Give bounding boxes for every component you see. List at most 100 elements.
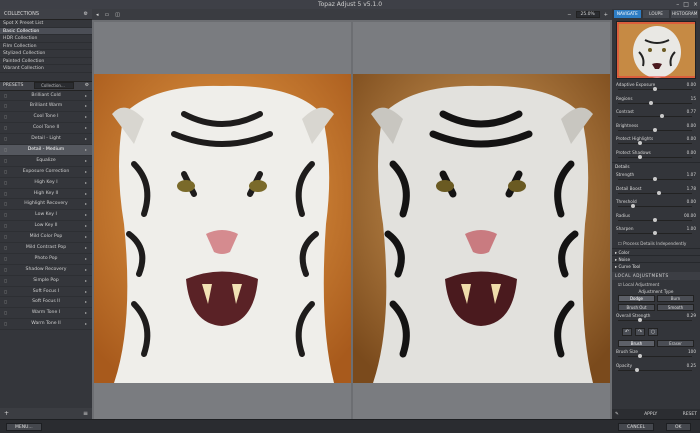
checkbox-icon[interactable]: ◻ xyxy=(4,145,7,156)
slider-knob[interactable] xyxy=(660,114,665,118)
checkbox-icon[interactable]: ◻ xyxy=(4,287,7,298)
collection-item[interactable]: HDR Collection xyxy=(0,35,92,43)
chevron-right-icon[interactable]: ▸ xyxy=(85,221,87,232)
adjustment-slider[interactable]: Adaptive Exposure 0.00 xyxy=(612,81,700,95)
checkbox-icon[interactable]: ◻ xyxy=(4,189,7,200)
before-preview[interactable] xyxy=(94,22,351,419)
tab-navigate[interactable]: NAVIGATE xyxy=(614,10,641,18)
collection-item[interactable]: Vibrant Collection xyxy=(0,65,92,73)
list-view-icon[interactable]: ≡ xyxy=(83,410,88,417)
collection-item[interactable]: Basic Collection xyxy=(0,27,92,35)
chevron-right-icon[interactable]: ▸ xyxy=(85,134,87,145)
adjustment-slider[interactable]: Detail Boost 1.78 xyxy=(612,185,700,199)
collection-item[interactable]: Painted Collection xyxy=(0,58,92,65)
process-details-checkbox[interactable]: ☐ Process Details Independently xyxy=(612,239,700,248)
local-adjustment-checkbox[interactable]: ☑ Local Adjustment xyxy=(612,280,700,289)
adjustment-slider[interactable]: Brightness 0.00 xyxy=(612,122,700,136)
collection-filter-select[interactable]: Collection... xyxy=(34,82,75,89)
close-icon[interactable]: × xyxy=(693,0,698,9)
chevron-right-icon[interactable]: ▸ xyxy=(85,178,87,189)
burn-button[interactable]: Burn xyxy=(657,294,694,302)
slider-knob[interactable] xyxy=(649,100,654,105)
checkbox-icon[interactable]: ◻ xyxy=(4,91,7,102)
slider-knob[interactable] xyxy=(653,127,657,132)
after-preview[interactable] xyxy=(353,22,610,419)
section-curve-tool[interactable]: ▸ Curve Tool xyxy=(612,261,700,269)
section-color[interactable]: ▸ Color xyxy=(612,247,700,255)
menu-button[interactable]: MENU... xyxy=(6,423,42,431)
preset-item[interactable]: ◻ High Key II ▸ xyxy=(0,189,92,200)
split-view-icon[interactable]: ◫ xyxy=(115,12,120,18)
checkbox-icon[interactable]: ◻ xyxy=(4,112,7,123)
preset-item[interactable]: ◻ Soft Focus I ▸ xyxy=(0,287,92,298)
chevron-right-icon[interactable]: ▸ xyxy=(85,254,87,265)
chevron-right-icon[interactable]: ▸ xyxy=(85,308,87,319)
chevron-right-icon[interactable]: ▸ xyxy=(85,210,87,221)
checkbox-icon[interactable]: ◻ xyxy=(4,123,7,134)
adjustment-slider[interactable]: Protect Shadows 0.00 xyxy=(612,149,700,163)
gear-icon[interactable]: ⚙ xyxy=(84,11,88,17)
adjustment-slider[interactable]: Threshold 0.00 xyxy=(612,198,700,212)
redo-icon[interactable]: ↷ xyxy=(635,328,645,336)
adjustment-slider[interactable]: Sharpen 1.00 xyxy=(612,225,700,239)
adjustment-slider[interactable]: Contrast 0.77 xyxy=(612,108,700,122)
add-preset-icon[interactable]: + xyxy=(4,410,9,417)
checkbox-icon[interactable]: ◻ xyxy=(4,243,7,254)
preset-item[interactable]: ◻ Equalize ▸ xyxy=(0,156,92,167)
zoom-out-icon[interactable]: − xyxy=(567,12,571,18)
preset-item[interactable]: ◻ Detail - Medium ▸ xyxy=(0,144,92,156)
preset-item[interactable]: ◻ Mild Color Pop ▸ xyxy=(0,232,92,243)
chevron-right-icon[interactable]: ▸ xyxy=(85,287,87,298)
adjustment-slider[interactable]: Regions 15 xyxy=(612,95,700,109)
checkbox-icon[interactable]: ◻ xyxy=(4,167,7,178)
preset-item[interactable]: ◻ Warm Tone II ▸ xyxy=(0,319,92,331)
smooth-button[interactable]: Smooth xyxy=(657,303,694,311)
collection-item[interactable]: Film Collection xyxy=(0,43,92,50)
preset-item[interactable]: ◻ Photo Pop ▸ xyxy=(0,254,92,265)
ok-button[interactable]: OK xyxy=(666,423,691,431)
adjustment-slider[interactable]: Protect Highlights 0.00 xyxy=(612,135,700,149)
eyedropper-icon[interactable]: ✎ xyxy=(615,412,619,417)
checkbox-icon[interactable]: ◻ xyxy=(4,254,7,265)
checkbox-icon[interactable]: ◻ xyxy=(4,156,7,167)
chevron-right-icon[interactable]: ▸ xyxy=(85,319,87,330)
preset-item[interactable]: ◻ Highlight Recovery ▸ xyxy=(0,199,92,211)
chevron-right-icon[interactable]: ▸ xyxy=(85,112,87,123)
preset-item[interactable]: ◻ Soft Focus II ▸ xyxy=(0,297,92,309)
chevron-right-icon[interactable]: ▸ xyxy=(85,123,87,134)
gear-icon[interactable]: ⚙ xyxy=(85,83,89,88)
preset-item[interactable]: ◻ Cool Tone II ▸ xyxy=(0,123,92,135)
navigator-thumbnail[interactable] xyxy=(616,21,696,79)
preset-item[interactable]: ◻ Low Key I ▸ xyxy=(0,210,92,222)
adjustment-slider[interactable]: Radius 00.00 xyxy=(612,212,700,226)
chevron-right-icon[interactable]: ▸ xyxy=(85,265,87,276)
adjustment-slider[interactable]: Strength 1.07 xyxy=(612,171,700,185)
adjustment-slider[interactable]: Brush Size 100 xyxy=(612,348,700,362)
checkbox-icon[interactable]: ◻ xyxy=(4,265,7,276)
section-noise[interactable]: ▸ Noise xyxy=(612,254,700,262)
slider-knob[interactable] xyxy=(656,190,661,195)
adjustment-slider[interactable]: Opacity 0.25 xyxy=(612,362,700,376)
checkbox-icon[interactable]: ◻ xyxy=(4,199,7,210)
slider-knob[interactable] xyxy=(653,87,657,91)
checkbox-icon[interactable]: ◻ xyxy=(4,134,7,145)
clear-icon[interactable]: ○ xyxy=(648,328,658,336)
details-section[interactable]: Details xyxy=(612,162,700,169)
collection-item[interactable]: Spot X Preset List xyxy=(0,20,92,28)
back-icon[interactable]: ◂ xyxy=(96,12,99,18)
collection-item[interactable]: Stylized Collection xyxy=(0,50,92,58)
preset-item[interactable]: ◻ Low Key II ▸ xyxy=(0,221,92,233)
preset-item[interactable]: ◻ Exposure Correction ▸ xyxy=(0,167,92,178)
slider-knob[interactable] xyxy=(653,231,657,235)
maximize-icon[interactable]: □ xyxy=(683,0,689,9)
chevron-right-icon[interactable]: ▸ xyxy=(85,167,87,178)
checkbox-icon[interactable]: ◻ xyxy=(4,210,7,221)
slider-knob[interactable] xyxy=(638,354,643,358)
chevron-right-icon[interactable]: ▸ xyxy=(85,276,87,287)
zoom-in-icon[interactable]: + xyxy=(604,12,608,18)
cancel-button[interactable]: CANCEL xyxy=(618,423,655,431)
zoom-level[interactable]: 25.0% xyxy=(575,11,600,18)
checkbox-icon[interactable]: ◻ xyxy=(4,276,7,287)
slider-knob[interactable] xyxy=(638,154,643,159)
preset-item[interactable]: ◻ Shadow Recovery ▸ xyxy=(0,265,92,276)
